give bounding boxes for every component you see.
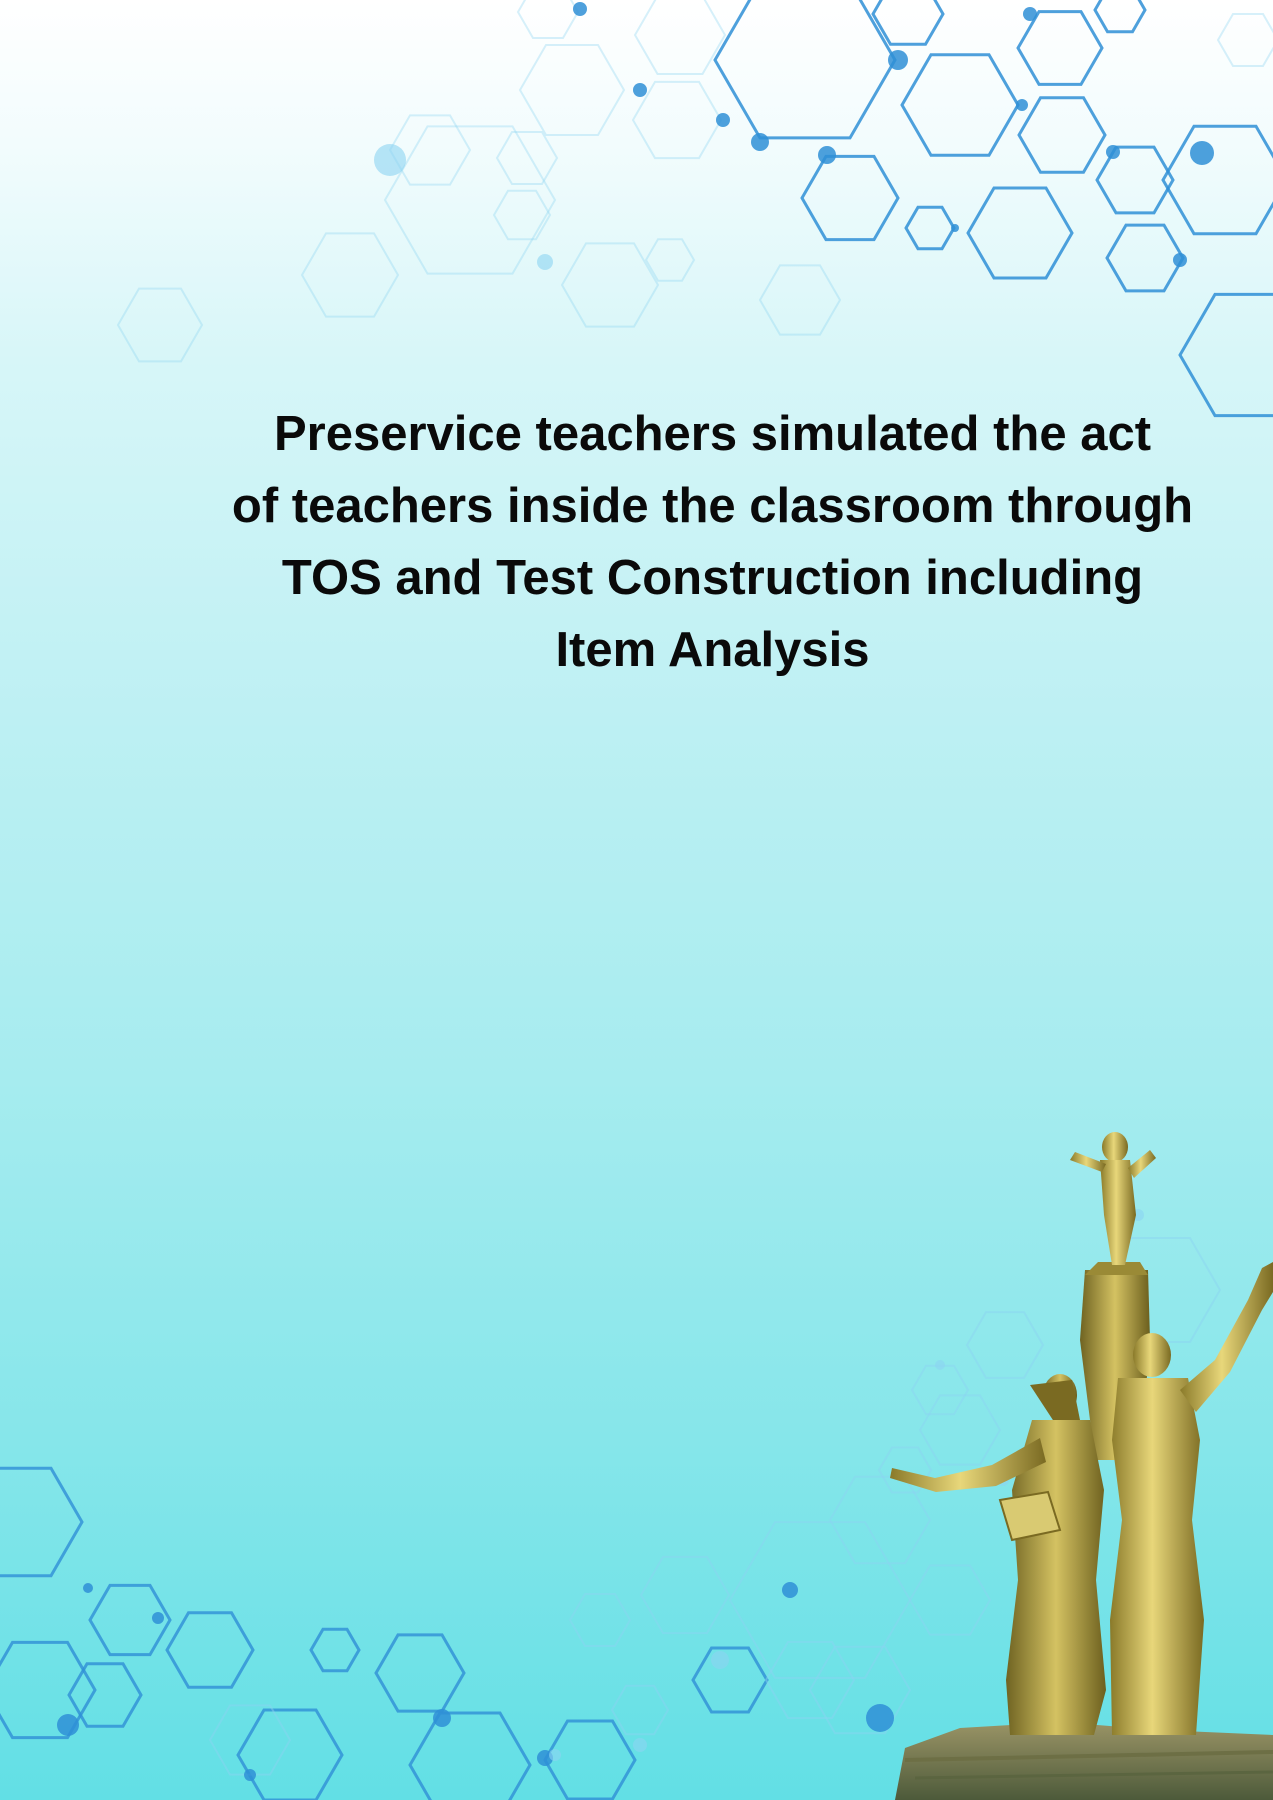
hexagon-shape bbox=[516, 0, 580, 39]
hexagon-shape bbox=[0, 1466, 84, 1578]
hexagon-shape bbox=[492, 189, 552, 241]
network-node bbox=[935, 1360, 945, 1370]
headline-line-2: of teachers inside the classroom through bbox=[231, 479, 1194, 533]
hexagon-shape bbox=[900, 53, 1020, 157]
hexagon-shape bbox=[691, 1646, 769, 1714]
hexagon-shape bbox=[236, 1708, 344, 1800]
hexagon-shape bbox=[568, 1593, 632, 1647]
network-node bbox=[951, 224, 959, 232]
hexagon-shape bbox=[300, 232, 400, 318]
network-node bbox=[57, 1714, 79, 1736]
top-hexagon-cluster bbox=[116, 0, 1273, 418]
hexagon-shape bbox=[639, 1555, 731, 1635]
hexagon-shape bbox=[0, 1640, 97, 1740]
headline-line-3: TOS and Test Construction including bbox=[281, 551, 1144, 605]
network-node bbox=[573, 2, 587, 16]
golden-statue bbox=[890, 1132, 1273, 1800]
hexagon-shape bbox=[165, 1611, 255, 1689]
network-node bbox=[888, 50, 908, 70]
network-node bbox=[433, 1709, 451, 1727]
hexagon-shape bbox=[1161, 124, 1273, 236]
network-node bbox=[537, 254, 553, 270]
hexagon-shape bbox=[644, 238, 696, 282]
network-node bbox=[866, 1704, 894, 1732]
network-node bbox=[711, 1651, 729, 1669]
hexagon-shape bbox=[1017, 96, 1107, 174]
network-node bbox=[1016, 99, 1028, 111]
hexagon-network-decoration bbox=[0, 0, 1273, 1800]
network-node bbox=[751, 133, 769, 151]
hexagon-shape bbox=[374, 1633, 466, 1713]
network-node bbox=[716, 113, 730, 127]
hexagon-shape bbox=[309, 1627, 361, 1673]
network-node bbox=[818, 146, 836, 164]
hexagon-shape bbox=[543, 1719, 637, 1800]
hexagon-shape bbox=[910, 1364, 970, 1416]
hexagon-shape bbox=[828, 1475, 932, 1565]
network-node bbox=[633, 83, 647, 97]
headline-line-4: Item Analysis bbox=[555, 623, 870, 677]
hexagon-shape bbox=[966, 186, 1074, 280]
network-node bbox=[1190, 141, 1214, 165]
hexagon-shape bbox=[713, 0, 897, 140]
hexagon-shape bbox=[1216, 13, 1273, 67]
hexagon-shape bbox=[1016, 10, 1104, 86]
hexagon-shape bbox=[965, 1311, 1045, 1379]
hexagon-shape bbox=[116, 287, 204, 363]
network-node bbox=[244, 1769, 256, 1781]
hexagon-shape bbox=[800, 154, 900, 242]
network-node bbox=[83, 1583, 93, 1593]
network-node bbox=[1173, 253, 1187, 267]
hexagon-shape bbox=[908, 1564, 992, 1636]
network-node bbox=[1106, 145, 1120, 159]
hexagon-shape bbox=[633, 0, 727, 75]
hexagon-shape bbox=[631, 80, 723, 160]
hexagon-shape bbox=[208, 1704, 292, 1776]
headline: Preservice teachers simulated the act of… bbox=[140, 398, 1273, 686]
network-node bbox=[782, 1582, 798, 1598]
network-node bbox=[1023, 7, 1037, 21]
hexagon-shape bbox=[808, 1645, 912, 1735]
headline-line-1: Preservice teachers simulated the act bbox=[273, 407, 1152, 461]
hexagon-shape bbox=[518, 44, 626, 136]
hexagon-shape bbox=[1093, 0, 1147, 34]
network-node bbox=[633, 1738, 647, 1752]
hexagon-shape bbox=[610, 1684, 670, 1736]
hexagon-shape bbox=[1105, 223, 1185, 293]
hexagon-shape bbox=[764, 1640, 856, 1720]
network-node bbox=[374, 144, 406, 176]
hexagon-shape bbox=[904, 205, 956, 251]
hexagon-shape bbox=[560, 242, 660, 328]
hexagon-shape bbox=[408, 1711, 532, 1800]
hexagon-shape bbox=[758, 264, 842, 336]
network-node bbox=[549, 1749, 561, 1761]
network-node bbox=[152, 1612, 164, 1624]
hexagon-shape bbox=[495, 131, 559, 185]
poster-page: Preservice teachers simulated the act of… bbox=[0, 0, 1273, 1800]
hexagon-shape bbox=[728, 1521, 912, 1679]
